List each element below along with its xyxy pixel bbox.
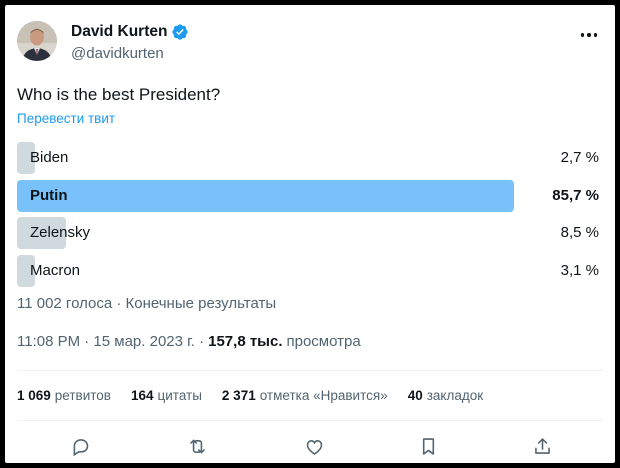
poll: Biden 2,7 % Putin 85,7 % Zelensky 8,5 % Macron… bbox=[17, 142, 599, 292]
like-button[interactable] bbox=[301, 433, 327, 459]
share-icon bbox=[534, 437, 550, 454]
translate-link[interactable]: Перевести твит bbox=[17, 111, 115, 126]
poll-option-label: Putin bbox=[30, 186, 68, 204]
stat-label: закладок bbox=[426, 388, 484, 403]
divider bbox=[17, 420, 603, 421]
reply-button[interactable] bbox=[67, 433, 93, 459]
stat-number: 164 bbox=[130, 388, 154, 403]
stat-label: ретвитов bbox=[54, 388, 111, 403]
views-label: просмотра bbox=[286, 333, 361, 350]
poll-option-biden: Biden 2,7 % bbox=[17, 142, 599, 174]
stat-label: отметка «Нравится» bbox=[259, 388, 388, 403]
action-bar bbox=[17, 433, 603, 459]
timestamp: 11:08 PM · 15 мар. 2023 г. · 157,8 тыс. … bbox=[17, 333, 361, 350]
like-icon bbox=[306, 439, 322, 455]
stat-retweets[interactable]: 1 069 ретвитов bbox=[17, 388, 111, 403]
share-button[interactable] bbox=[529, 433, 555, 459]
timestamp-text[interactable]: 11:08 PM · 15 мар. 2023 г. · bbox=[17, 333, 204, 350]
poll-option-percent: 8,5 % bbox=[560, 224, 599, 241]
divider bbox=[17, 370, 603, 371]
poll-option-zelensky: Zelensky 8,5 % bbox=[17, 217, 599, 249]
tweet-card: David Kurten @davidkurten Who is the bes… bbox=[5, 5, 615, 463]
stat-bookmarks[interactable]: 40 закладок bbox=[408, 388, 483, 403]
retweet-button[interactable] bbox=[184, 433, 210, 459]
poll-option-percent: 2,7 % bbox=[560, 149, 599, 166]
stat-label: цитаты bbox=[157, 388, 202, 403]
poll-option-putin: Putin 85,7 % bbox=[17, 179, 599, 212]
stat-number: 40 bbox=[407, 388, 423, 403]
stat-quotes[interactable]: 164 цитаты bbox=[131, 388, 202, 403]
name-row: David Kurten bbox=[71, 23, 189, 41]
stat-number: 1 069 bbox=[17, 388, 51, 403]
retweet-icon bbox=[189, 439, 205, 453]
tweet-header: David Kurten @davidkurten bbox=[17, 21, 603, 65]
tweet-text: Who is the best President? bbox=[17, 85, 221, 104]
poll-option-percent: 3,1 % bbox=[560, 261, 599, 279]
avatar[interactable] bbox=[17, 21, 57, 61]
poll-option-macron: Macron 3,1 % bbox=[17, 254, 599, 287]
poll-option-label: Macron bbox=[30, 261, 81, 279]
stat-likes[interactable]: 2 371 отметка «Нравится» bbox=[222, 388, 388, 403]
stat-number: 2 371 bbox=[221, 388, 256, 403]
display-name[interactable]: David Kurten bbox=[71, 23, 167, 41]
stats-row: 1 069 ретвитов 164 цитаты 2 371 отметка … bbox=[17, 388, 503, 403]
views-count: 157,8 тыс. bbox=[208, 333, 283, 350]
verified-badge-icon bbox=[172, 24, 189, 40]
more-options-icon[interactable] bbox=[577, 27, 601, 43]
poll-option-label: Zelensky bbox=[30, 224, 91, 241]
bookmark-button[interactable] bbox=[415, 433, 441, 459]
reply-icon bbox=[73, 438, 88, 456]
handle[interactable]: @davidkurten bbox=[71, 45, 164, 62]
bookmark-icon bbox=[422, 437, 434, 455]
poll-bar bbox=[17, 179, 514, 212]
poll-meta: 11 002 голоса · Конечные результаты bbox=[17, 295, 277, 312]
poll-option-percent: 85,7 % bbox=[552, 186, 599, 204]
poll-option-label: Biden bbox=[30, 149, 69, 166]
